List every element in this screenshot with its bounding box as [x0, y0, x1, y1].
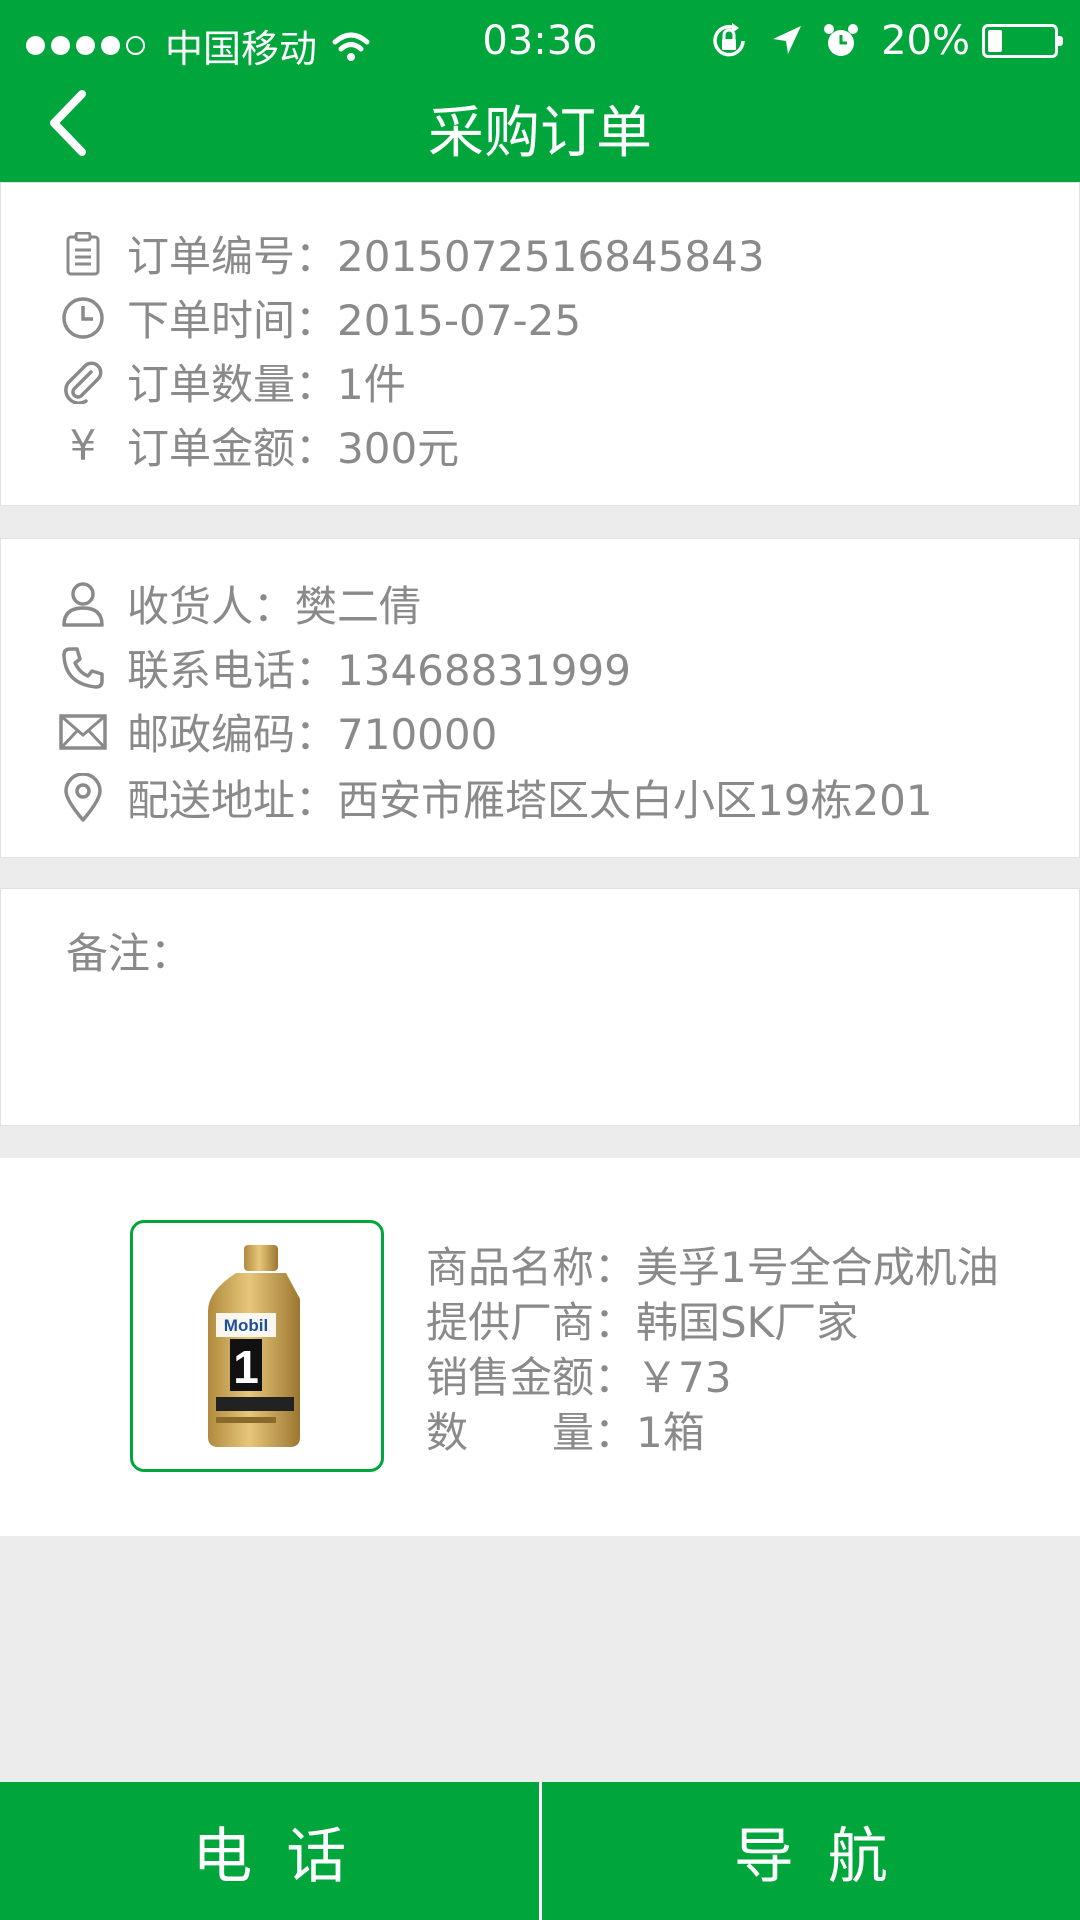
battery-percent: 20%: [881, 18, 970, 64]
call-button[interactable]: 电话: [0, 1782, 539, 1920]
oil-bottle-image: Mobil 1: [208, 1245, 300, 1447]
paperclip-icon: [59, 358, 107, 406]
order-time-row: 下单时间：2015-07-25: [59, 287, 581, 348]
receiver-address-row: 配送地址：西安市雁塔区太白小区19栋201: [59, 767, 933, 828]
clock-icon: [59, 294, 107, 342]
clipboard-icon: [59, 230, 107, 278]
location-arrow-icon: [773, 26, 802, 54]
mail-icon: [59, 708, 107, 756]
receiver-address: 配送地址：西安市雁塔区太白小区19栋201: [127, 776, 933, 825]
status-bar: 中国移动 03:36 20%: [0, 0, 1080, 80]
bottle-brand-text: Mobil: [224, 1316, 268, 1335]
product-supplier: 提供厂商：韩国SK厂家: [426, 1298, 859, 1347]
order-time: 下单时间：2015-07-25: [127, 296, 582, 345]
receiver-postcode: 邮政编码：710000: [127, 710, 498, 759]
rotation-lock-icon: [713, 23, 745, 57]
yen-icon: ¥: [69, 421, 97, 470]
person-icon: [59, 580, 107, 628]
phone-icon: [59, 644, 107, 692]
receiver-info-card: 收货人：樊二倩 联系电话：13468831999 邮政编码：710000 配送地…: [0, 538, 1080, 858]
receiver-phone-row: 联系电话：13468831999: [59, 637, 631, 698]
product-quantity: 数 量：1箱: [426, 1408, 705, 1457]
alarm-icon: [824, 24, 859, 56]
order-number: 订单编号：2015072516845843: [127, 232, 765, 281]
battery-icon: [982, 24, 1063, 58]
product-name: 商品名称：美孚1号全合成机油: [426, 1243, 999, 1292]
order-quantity: 订单数量：1件: [127, 360, 406, 409]
location-pin-icon: [59, 772, 107, 822]
order-quantity-row: 订单数量：1件: [59, 351, 406, 412]
receiver-postcode-row: 邮政编码：710000: [59, 701, 497, 762]
order-number-row: 订单编号：2015072516845843: [59, 223, 765, 284]
bottom-action-bar: 电话 导航: [0, 1782, 1080, 1920]
bottle-number-text: 1: [233, 1341, 259, 1393]
receiver-name-row: 收货人：樊二倩: [59, 573, 421, 634]
order-amount-row: ¥ 订单金额：300元: [59, 415, 460, 476]
product-image[interactable]: Mobil 1: [130, 1220, 384, 1472]
receiver-phone: 联系电话：13468831999: [127, 646, 631, 695]
order-info-card: 订单编号：2015072516845843 下单时间：2015-07-25 订单…: [0, 182, 1080, 506]
order-amount: 订单金额：300元: [127, 424, 460, 473]
page-title: 采购订单: [428, 101, 652, 166]
receiver-name: 收货人：樊二倩: [127, 582, 422, 631]
header-bar: 中国移动 03:36 20% 采购订单: [0, 0, 1080, 182]
product-price: 销售金额：￥73: [426, 1353, 732, 1402]
remark-label: 备注：: [66, 929, 193, 978]
navigate-button[interactable]: 导航: [542, 1782, 1080, 1920]
